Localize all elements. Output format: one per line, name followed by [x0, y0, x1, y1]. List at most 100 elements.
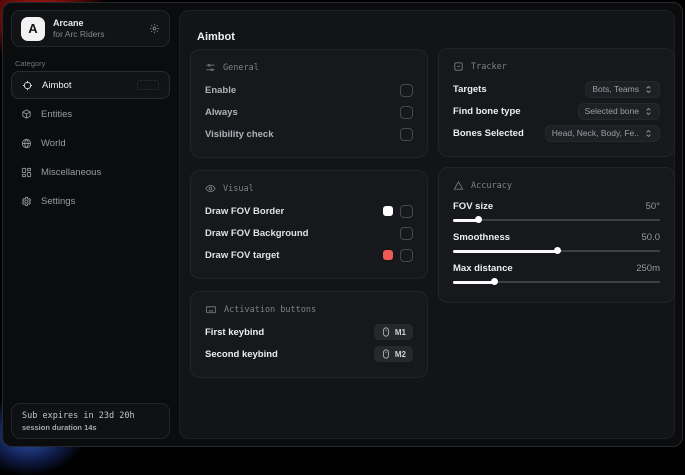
setting-row-targets: Targets Bots, Teams — [453, 78, 660, 100]
setting-row-fov-border: Draw FOV Border — [205, 200, 413, 222]
dropdown-value: Selected bone — [585, 106, 639, 116]
section-title: Activation buttons — [224, 305, 316, 315]
setting-label: Targets — [453, 84, 487, 95]
grid-icon — [21, 167, 32, 178]
setting-label: FOV size — [453, 201, 493, 212]
keyboard-icon — [205, 304, 217, 315]
setting-row-visibility-check: Visibility check — [205, 123, 413, 145]
setting-row-smoothness: Smoothness 50.0 — [453, 228, 660, 256]
visibility-check-checkbox[interactable] — [400, 128, 413, 141]
setting-row-always: Always — [205, 101, 413, 123]
scan-icon — [453, 61, 464, 72]
setting-label: Visibility check — [205, 129, 273, 140]
sidebar-item-entities[interactable]: Entities — [11, 100, 170, 128]
setting-label: Draw FOV Border — [205, 206, 284, 217]
app-window: A Arcane for Arc Riders Category Aimbot — [2, 2, 683, 447]
slider-thumb[interactable] — [554, 247, 561, 254]
sidebar-item-settings[interactable]: Settings — [11, 187, 170, 215]
eye-icon — [205, 183, 216, 194]
logo-card: A Arcane for Arc Riders — [11, 10, 170, 47]
setting-label: Always — [205, 107, 238, 118]
smoothness-slider[interactable] — [453, 246, 660, 256]
enable-checkbox[interactable] — [400, 84, 413, 97]
fov-border-checkbox[interactable] — [400, 205, 413, 218]
sidebar-item-world[interactable]: World — [11, 129, 170, 157]
second-keybind-button[interactable]: M2 — [374, 346, 413, 362]
setting-label: Max distance — [453, 263, 513, 274]
chevrons-up-down-icon — [644, 85, 653, 94]
globe-icon — [21, 138, 32, 149]
sidebar-nav: Aimbot Entities World Miscellaneous — [11, 71, 170, 215]
category-label: Category — [15, 59, 45, 68]
sidebar-item-aimbot[interactable]: Aimbot — [11, 71, 170, 99]
app-logo: A — [21, 17, 45, 41]
slider-thumb[interactable] — [491, 278, 498, 285]
left-column: General Enable Always Visibility check — [190, 49, 428, 378]
subscription-card: Sub expires in 23d 20h session duration … — [11, 403, 170, 439]
setting-row-first-keybind: First keybind M1 — [205, 321, 413, 343]
color-swatch-red[interactable] — [383, 250, 393, 260]
session-duration-text: session duration 14s — [22, 423, 159, 432]
fov-target-checkbox[interactable] — [400, 249, 413, 262]
fov-background-checkbox[interactable] — [400, 227, 413, 240]
setting-label: Enable — [205, 85, 236, 96]
always-checkbox[interactable] — [400, 106, 413, 119]
active-item-hint — [137, 80, 159, 90]
gear-icon — [21, 196, 32, 207]
entities-icon — [21, 109, 32, 120]
fov-size-slider[interactable] — [453, 215, 660, 225]
dropdown-value: Head, Neck, Body, Fe.. — [552, 128, 639, 138]
setting-row-max-distance: Max distance 250m — [453, 259, 660, 287]
triangle-icon — [453, 180, 464, 191]
visual-card: Visual Draw FOV Border Draw FOV Backgrou… — [190, 170, 428, 279]
targets-dropdown[interactable]: Bots, Teams — [585, 81, 660, 98]
mouse-icon — [381, 327, 391, 337]
sliders-icon — [205, 62, 216, 73]
setting-row-second-keybind: Second keybind M2 — [205, 343, 413, 365]
find-bone-type-dropdown[interactable]: Selected bone — [578, 103, 660, 120]
sub-expiry-text: Sub expires in 23d 20h — [22, 411, 159, 421]
gear-icon[interactable] — [149, 23, 160, 34]
slider-thumb[interactable] — [475, 216, 482, 223]
setting-row-find-bone-type: Find bone type Selected bone — [453, 100, 660, 122]
setting-row-fov-target: Draw FOV target — [205, 244, 413, 266]
setting-label: Second keybind — [205, 349, 278, 360]
app-subtitle: for Arc Riders — [53, 29, 141, 40]
setting-row-fov-background: Draw FOV Background — [205, 222, 413, 244]
setting-row-enable: Enable — [205, 79, 413, 101]
max-distance-slider[interactable] — [453, 277, 660, 287]
color-swatch-white[interactable] — [383, 206, 393, 216]
tracker-card: Tracker Targets Bots, Teams Find bone ty… — [438, 48, 675, 157]
setting-label: Draw FOV Background — [205, 228, 308, 239]
sidebar: A Arcane for Arc Riders Category Aimbot — [3, 3, 178, 446]
section-title: Visual — [223, 184, 254, 194]
sidebar-item-label: Entities — [41, 109, 72, 120]
chevrons-up-down-icon — [644, 107, 653, 116]
slider-value: 50° — [646, 201, 660, 212]
setting-row-fov-size: FOV size 50° — [453, 197, 660, 225]
accuracy-card: Accuracy FOV size 50° Smoothness — [438, 167, 675, 303]
setting-label: Bones Selected — [453, 128, 524, 139]
keybind-value: M2 — [395, 350, 406, 359]
app-title: Arcane — [53, 18, 141, 29]
bones-selected-dropdown[interactable]: Head, Neck, Body, Fe.. — [545, 125, 660, 142]
mouse-icon — [381, 349, 391, 359]
sidebar-item-label: Settings — [41, 196, 75, 207]
general-card: General Enable Always Visibility check — [190, 49, 428, 158]
page-title: Aimbot — [197, 31, 235, 43]
section-title: Tracker — [471, 62, 507, 72]
setting-label: Find bone type — [453, 106, 521, 117]
keybind-value: M1 — [395, 328, 406, 337]
sidebar-item-miscellaneous[interactable]: Miscellaneous — [11, 158, 170, 186]
chevrons-up-down-icon — [644, 129, 653, 138]
crosshair-icon — [22, 80, 33, 91]
setting-label: Smoothness — [453, 232, 510, 243]
main-panel: Aimbot General Enable Always — [179, 10, 675, 439]
slider-value: 250m — [636, 263, 660, 274]
right-column: Tracker Targets Bots, Teams Find bone ty… — [438, 48, 675, 303]
sidebar-item-label: Miscellaneous — [41, 167, 101, 178]
slider-value: 50.0 — [642, 232, 661, 243]
first-keybind-button[interactable]: M1 — [374, 324, 413, 340]
section-title: General — [223, 63, 259, 73]
setting-row-bones-selected: Bones Selected Head, Neck, Body, Fe.. — [453, 122, 660, 144]
